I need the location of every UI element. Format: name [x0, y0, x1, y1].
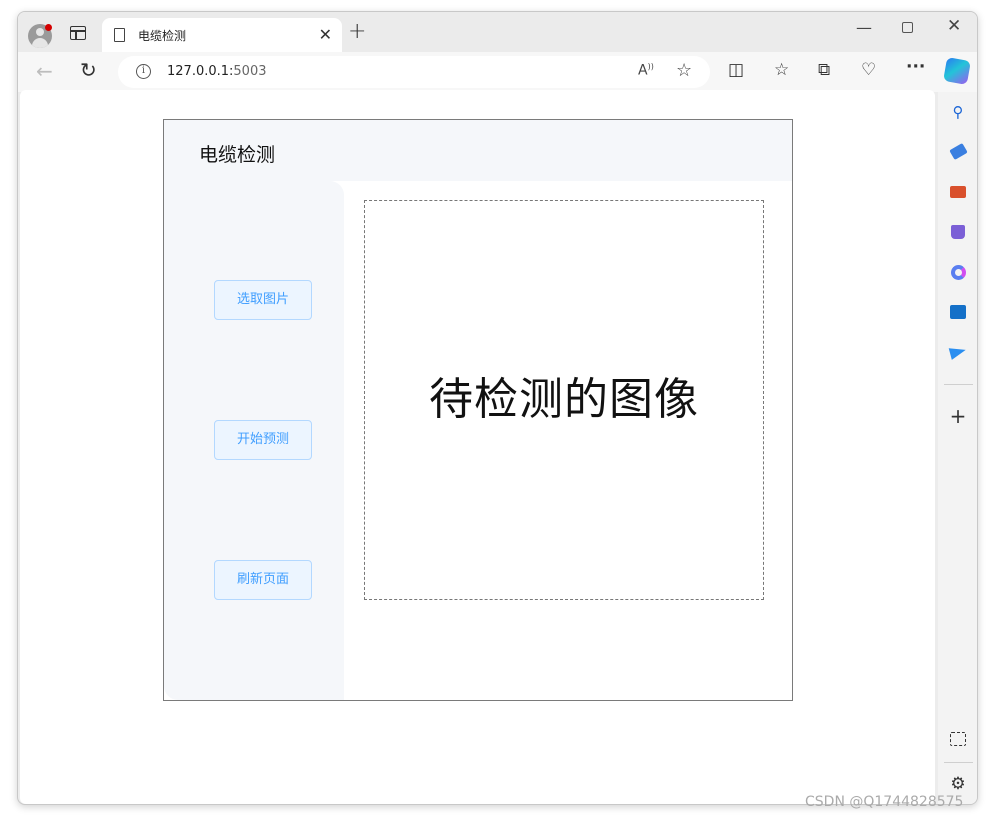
tab-bar: 电缆检测 ✕ + — ✕	[18, 12, 977, 52]
games-icon[interactable]	[948, 222, 968, 242]
more-icon[interactable]: ···	[906, 57, 925, 77]
url-text[interactable]: 127.0.0.1:5003	[167, 64, 267, 79]
outlook-icon[interactable]	[948, 302, 968, 322]
search-icon[interactable]: ⚲	[948, 102, 968, 122]
minimize-button[interactable]: —	[856, 18, 872, 37]
image-preview-area: 待检测的图像	[364, 200, 764, 600]
profile-shoulders	[32, 38, 48, 48]
page-icon	[114, 28, 125, 42]
browser-essentials-icon[interactable]: ♡	[861, 60, 876, 80]
screenshot-icon[interactable]	[950, 732, 966, 746]
edge-sidebar: ⚲ + ⚙	[938, 92, 977, 804]
app-aside: 选取图片 开始预测 刷新页面	[164, 181, 344, 700]
sidebar-divider-bottom	[944, 762, 973, 763]
reload-icon[interactable]: ↻	[80, 58, 97, 82]
start-predict-button[interactable]: 开始预测	[214, 420, 312, 460]
tab-active[interactable]: 电缆检测 ✕	[102, 18, 342, 52]
close-window-button[interactable]: ✕	[947, 16, 961, 36]
copilot-icon[interactable]	[943, 57, 971, 85]
telegram-icon[interactable]	[948, 342, 968, 362]
tab-close-button[interactable]: ✕	[319, 25, 332, 44]
select-image-button[interactable]: 选取图片	[214, 280, 312, 320]
notification-dot	[45, 24, 52, 31]
app-container: 电缆检测 选取图片 开始预测 刷新页面 待检测的图像	[163, 119, 793, 701]
shopping-icon[interactable]	[948, 142, 968, 162]
sidebar-divider	[944, 384, 973, 385]
add-favorite-star-icon[interactable]: ☆	[676, 60, 692, 81]
profile-head	[36, 28, 44, 36]
site-info-icon[interactable]: i	[136, 64, 151, 79]
tools-icon[interactable]	[948, 182, 968, 202]
favorites-icon[interactable]: ☆	[774, 60, 789, 80]
address-bar[interactable]: i 127.0.0.1:5003 A)) ☆	[118, 56, 710, 88]
maximize-button[interactable]	[902, 22, 913, 33]
tab-title: 电缆检测	[138, 29, 187, 43]
page-title: 电缆检测	[199, 144, 276, 166]
app-header: 电缆检测	[164, 120, 792, 181]
office-icon[interactable]	[948, 262, 968, 282]
collections-icon[interactable]: ⧉	[818, 60, 830, 80]
read-aloud-icon[interactable]: A))	[638, 62, 654, 79]
add-sidebar-app-icon[interactable]: +	[948, 404, 968, 428]
split-screen-icon[interactable]: ◫	[728, 60, 744, 80]
refresh-page-button[interactable]: 刷新页面	[214, 560, 312, 600]
new-tab-button[interactable]: +	[348, 19, 366, 44]
tab-actions-icon[interactable]	[70, 26, 86, 40]
back-arrow-icon[interactable]: ←	[36, 59, 53, 83]
url-host: 127.0.0.1:	[167, 64, 234, 79]
csdn-watermark: CSDN @Q1744828575	[805, 794, 964, 810]
gear-icon[interactable]: ⚙	[948, 774, 968, 794]
url-port: 5003	[233, 64, 267, 79]
browser-toolbar: ← ↻ i 127.0.0.1:5003 A)) ☆ ◫ ☆ ⧉ ♡ ···	[18, 52, 977, 92]
image-placeholder-text: 待检测的图像	[429, 374, 699, 425]
